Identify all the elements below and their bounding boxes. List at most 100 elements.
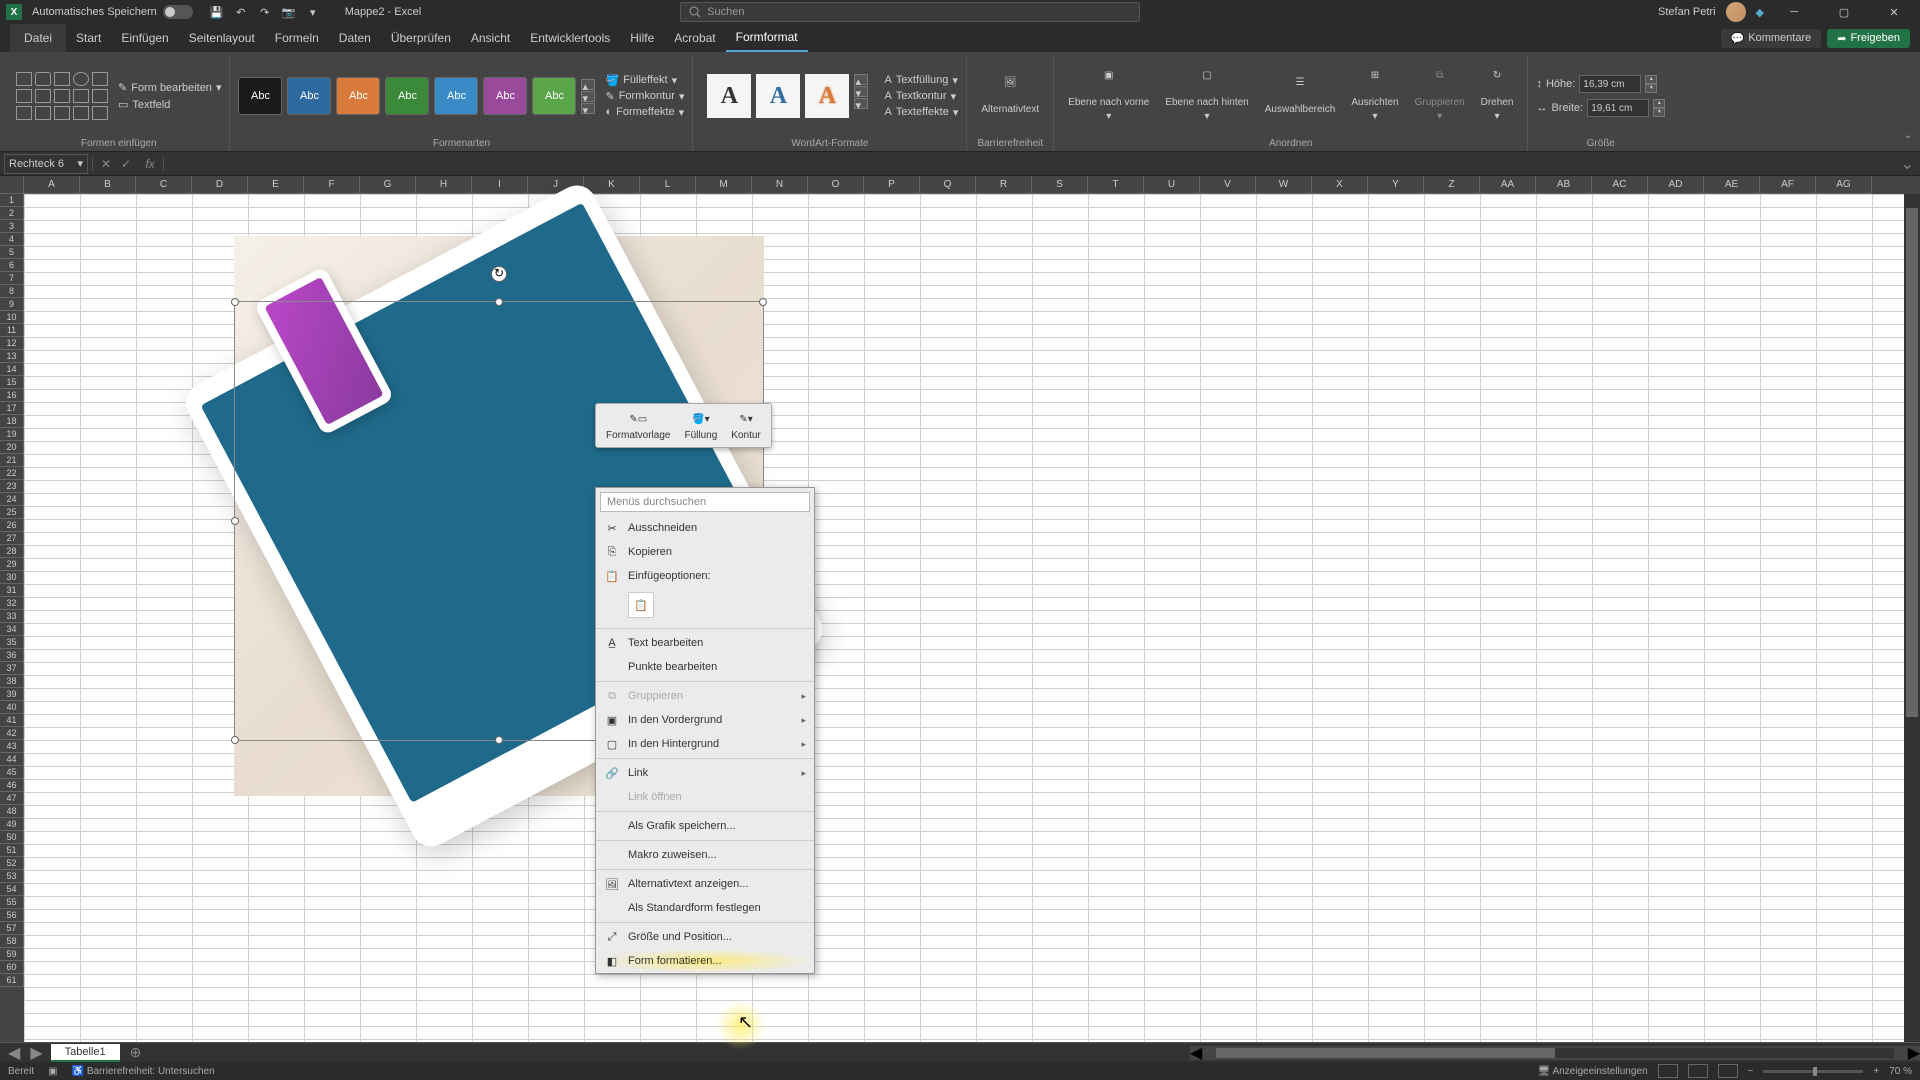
redo-icon[interactable]: ↷ bbox=[255, 2, 275, 22]
tab-start[interactable]: Start bbox=[66, 24, 111, 52]
user-name[interactable]: Stefan Petri bbox=[1658, 6, 1715, 18]
column-header[interactable]: S bbox=[1032, 176, 1088, 194]
row-header[interactable]: 61 bbox=[0, 974, 24, 987]
paste-button[interactable]: 📋 bbox=[628, 592, 654, 618]
row-header[interactable]: 28 bbox=[0, 545, 24, 558]
column-header[interactable]: B bbox=[80, 176, 136, 194]
edit-shape-button[interactable]: ✎Form bearbeiten ▾ bbox=[118, 81, 221, 94]
cm-alt-text[interactable]: 🖼Alternativtext anzeigen... bbox=[596, 872, 814, 896]
tab-page-layout[interactable]: Seitenlayout bbox=[179, 24, 265, 52]
close-button[interactable]: ✕ bbox=[1874, 0, 1914, 24]
column-header[interactable]: V bbox=[1200, 176, 1256, 194]
tab-formulas[interactable]: Formeln bbox=[265, 24, 329, 52]
column-header[interactable]: Z bbox=[1424, 176, 1480, 194]
cm-link[interactable]: 🔗Link▸ bbox=[596, 761, 814, 785]
row-header[interactable]: 10 bbox=[0, 311, 24, 324]
row-header[interactable]: 44 bbox=[0, 753, 24, 766]
textbox-button[interactable]: ▭Textfeld bbox=[118, 98, 221, 111]
row-header[interactable]: 35 bbox=[0, 636, 24, 649]
column-header[interactable]: AC bbox=[1592, 176, 1648, 194]
tab-insert[interactable]: Einfügen bbox=[111, 24, 178, 52]
tab-acrobat[interactable]: Acrobat bbox=[664, 24, 725, 52]
cm-set-default[interactable]: Als Standardform festlegen bbox=[596, 896, 814, 920]
accessibility-status[interactable]: ♿ Barrierefreiheit: Untersuchen bbox=[72, 1066, 215, 1077]
share-button[interactable]: ➦ Freigeben bbox=[1827, 29, 1910, 48]
bring-forward-button[interactable]: ▣Ebene nach vorne▾ bbox=[1062, 70, 1155, 122]
normal-view-button[interactable] bbox=[1658, 1064, 1678, 1078]
row-header[interactable]: 51 bbox=[0, 844, 24, 857]
column-header[interactable]: W bbox=[1256, 176, 1312, 194]
avatar[interactable] bbox=[1726, 2, 1746, 22]
resize-handle-ml[interactable] bbox=[231, 517, 239, 525]
row-header[interactable]: 30 bbox=[0, 571, 24, 584]
row-header[interactable]: 16 bbox=[0, 389, 24, 402]
column-header[interactable]: O bbox=[808, 176, 864, 194]
fx-icon[interactable]: fx bbox=[141, 157, 159, 171]
row-header[interactable]: 21 bbox=[0, 454, 24, 467]
zoom-in-button[interactable]: + bbox=[1873, 1066, 1879, 1077]
mini-style-button[interactable]: ✎▭Formatvorlage bbox=[600, 408, 676, 443]
resize-handle-tr[interactable] bbox=[759, 298, 767, 306]
row-header[interactable]: 19 bbox=[0, 428, 24, 441]
row-header[interactable]: 43 bbox=[0, 740, 24, 753]
row-header[interactable]: 39 bbox=[0, 688, 24, 701]
cm-bring-front[interactable]: ▣In den Vordergrund▸ bbox=[596, 708, 814, 732]
column-header[interactable]: C bbox=[136, 176, 192, 194]
shape-effects-button[interactable]: ◐Formeffekte ▾ bbox=[605, 106, 684, 119]
save-icon[interactable]: 💾 bbox=[207, 2, 227, 22]
qat-dropdown-icon[interactable]: ▾ bbox=[303, 2, 323, 22]
column-header[interactable]: AA bbox=[1480, 176, 1536, 194]
zoom-out-button[interactable]: − bbox=[1748, 1066, 1754, 1077]
selection-pane-button[interactable]: ☰Auswahlbereich bbox=[1259, 77, 1342, 115]
diamond-icon[interactable]: ◆ bbox=[1756, 6, 1764, 19]
cm-edit-text[interactable]: A̲Text bearbeiten bbox=[596, 631, 814, 655]
rotate-handle[interactable] bbox=[491, 266, 507, 282]
page-break-view-button[interactable] bbox=[1718, 1064, 1738, 1078]
row-header[interactable]: 41 bbox=[0, 714, 24, 727]
wordart-gallery[interactable]: A A A ▴▾▾ bbox=[701, 74, 874, 118]
tab-developer[interactable]: Entwicklertools bbox=[520, 24, 620, 52]
row-header[interactable]: 59 bbox=[0, 948, 24, 961]
cm-edit-points[interactable]: Punkte bearbeiten bbox=[596, 655, 814, 679]
search-input[interactable]: Suchen bbox=[680, 2, 1140, 22]
minimize-button[interactable]: ─ bbox=[1774, 0, 1814, 24]
row-header[interactable]: 9 bbox=[0, 298, 24, 311]
column-header[interactable]: Y bbox=[1368, 176, 1424, 194]
record-macro-icon[interactable]: ▣ bbox=[48, 1066, 57, 1077]
vertical-scrollbar[interactable] bbox=[1904, 194, 1920, 1042]
row-header[interactable]: 13 bbox=[0, 350, 24, 363]
row-header[interactable]: 45 bbox=[0, 766, 24, 779]
column-header[interactable]: AF bbox=[1760, 176, 1816, 194]
page-layout-view-button[interactable] bbox=[1688, 1064, 1708, 1078]
row-header[interactable]: 14 bbox=[0, 363, 24, 376]
row-header[interactable]: 20 bbox=[0, 441, 24, 454]
column-header[interactable]: K bbox=[584, 176, 640, 194]
tab-data[interactable]: Daten bbox=[329, 24, 381, 52]
undo-icon[interactable]: ↶ bbox=[231, 2, 251, 22]
comments-button[interactable]: 💬 Kommentare bbox=[1721, 29, 1822, 48]
next-sheet-icon[interactable]: ▶ bbox=[30, 1043, 42, 1063]
column-header[interactable]: G bbox=[360, 176, 416, 194]
shape-fill-button[interactable]: 🪣Fülleffekt ▾ bbox=[605, 74, 684, 87]
cm-assign-macro[interactable]: Makro zuweisen... bbox=[596, 843, 814, 867]
resize-handle-bm[interactable] bbox=[495, 736, 503, 744]
row-header[interactable]: 22 bbox=[0, 467, 24, 480]
column-header[interactable]: AG bbox=[1816, 176, 1872, 194]
row-header[interactable]: 48 bbox=[0, 805, 24, 818]
cancel-icon[interactable]: ✕ bbox=[97, 157, 115, 171]
row-header[interactable]: 24 bbox=[0, 493, 24, 506]
height-input[interactable] bbox=[1579, 75, 1641, 93]
formula-expand-icon[interactable]: ⌄ bbox=[1895, 154, 1920, 174]
mini-fill-button[interactable]: 🪣▾Füllung bbox=[678, 408, 723, 443]
cells-area[interactable] bbox=[24, 194, 1920, 1042]
row-header[interactable]: 11 bbox=[0, 324, 24, 337]
align-button[interactable]: ⊞Ausrichten▾ bbox=[1345, 70, 1404, 122]
row-header[interactable]: 34 bbox=[0, 623, 24, 636]
row-header[interactable]: 26 bbox=[0, 519, 24, 532]
zoom-slider[interactable] bbox=[1763, 1070, 1863, 1073]
chevron-down-icon[interactable]: ▾ bbox=[77, 157, 83, 170]
row-header[interactable]: 58 bbox=[0, 935, 24, 948]
column-header[interactable]: H bbox=[416, 176, 472, 194]
cm-size-position[interactable]: ⤢Größe und Position... bbox=[596, 925, 814, 949]
column-header[interactable]: I bbox=[472, 176, 528, 194]
